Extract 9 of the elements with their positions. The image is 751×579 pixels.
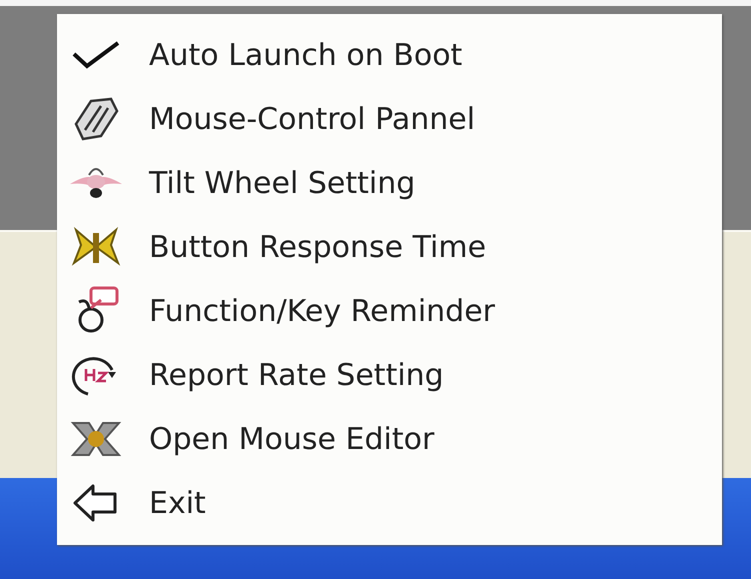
crossed-tools-icon (69, 419, 123, 459)
menu-item[interactable]: Function/Key Reminder (65, 279, 722, 343)
menu-item[interactable]: Auto Launch on Boot (65, 23, 722, 87)
menu-item[interactable]: Mouse-Control Pannel (65, 87, 722, 151)
menu-item[interactable]: Button Response Time (65, 215, 722, 279)
menu-item[interactable]: Open Mouse Editor (65, 407, 722, 471)
menu-item[interactable]: Exit (65, 471, 722, 535)
menu-item[interactable]: Tilt Wheel Setting (65, 151, 722, 215)
menu-item[interactable]: Report Rate Setting (65, 343, 722, 407)
